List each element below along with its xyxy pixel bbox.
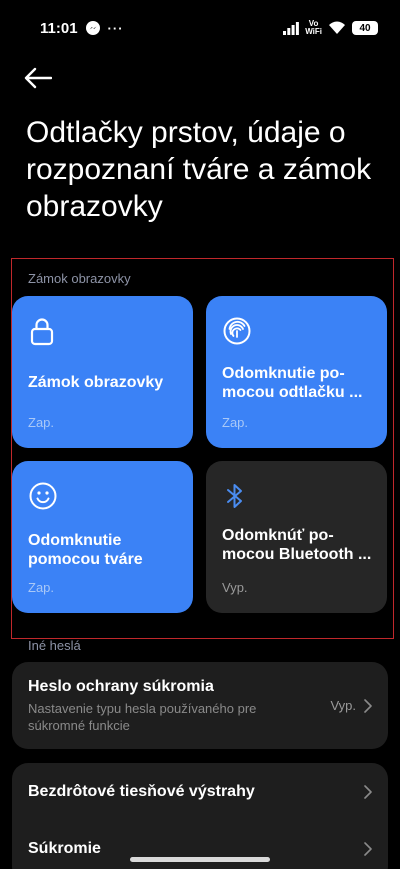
page-title: Odtlačky prstov, údaje o rozpoznaní tvár… [26,116,372,223]
more-settings-card: Bezdrôtové tiesňové výstrahy Súkromie [12,763,388,869]
status-time: 11:01 [40,19,78,37]
vowifi-bottom: WiFi [305,27,322,36]
lock-icon [28,316,56,351]
arrow-left-icon [24,67,52,89]
tile-title: Odomknutie po-mocou odtlačku ... [222,365,363,401]
home-indicator[interactable] [130,857,270,862]
more-notifications-icon: ··· [107,20,124,36]
tile-bluetooth-unlock[interactable]: Odomknúť po-mocou Bluetooth ... Vyp. [206,461,387,613]
signal-icon [283,21,300,35]
chevron-right-icon [364,698,372,713]
face-icon [28,481,58,516]
privacy-password-title: Heslo ochrany súkromia [28,677,214,695]
privacy-password-subtitle: Nastavenie typu hesla používaného pre sú… [28,700,257,733]
privacy-password-row[interactable]: Heslo ochrany súkromia Nastavenie typu h… [12,662,388,749]
status-bar: 11:01 ··· Vo WiFi 40 [0,0,400,56]
emergency-alerts-row[interactable]: Bezdrôtové tiesňové výstrahy [12,763,388,821]
tile-title: Odomknúť po-mocou Bluetooth ... [222,527,372,563]
battery-icon: 40 [352,21,378,35]
tile-title: Zámok obrazovky [28,374,164,391]
tile-status: Zap. [28,415,55,430]
status-right: Vo WiFi 40 [283,20,378,36]
fingerprint-icon [222,316,252,351]
chevron-right-icon [364,842,372,856]
privacy-title: Súkromie [28,840,101,857]
emergency-alerts-title: Bezdrôtové tiesňové výstrahy [28,783,255,800]
tile-fingerprint-unlock[interactable]: Odomknutie po-mocou odtlačku ... Zap. [206,296,387,448]
privacy-password-value: Vyp. [330,698,356,713]
tile-screen-lock[interactable]: Zámok obrazovky Zap. [12,296,193,448]
back-button[interactable] [24,62,60,94]
tile-status: Zap. [222,415,249,430]
section-label-other-passwords: Iné heslá [28,638,81,653]
bluetooth-icon [222,481,248,516]
wifi-icon [328,21,346,35]
tile-face-unlock[interactable]: Odomknutie pomocou tváre Zap. [12,461,193,613]
tile-title: Odomknutie pomocou tváre [28,532,143,568]
vowifi-icon: Vo WiFi [305,20,322,36]
tile-status: Zap. [28,580,55,595]
privacy-password-card: Heslo ochrany súkromia Nastavenie typu h… [12,662,388,749]
messenger-icon [85,21,100,35]
status-left: 11:01 ··· [40,20,124,37]
chevron-right-icon [364,785,372,799]
tile-status: Vyp. [222,580,248,595]
privacy-password-text: Heslo ochrany súkromia Nastavenie typu h… [28,678,330,734]
